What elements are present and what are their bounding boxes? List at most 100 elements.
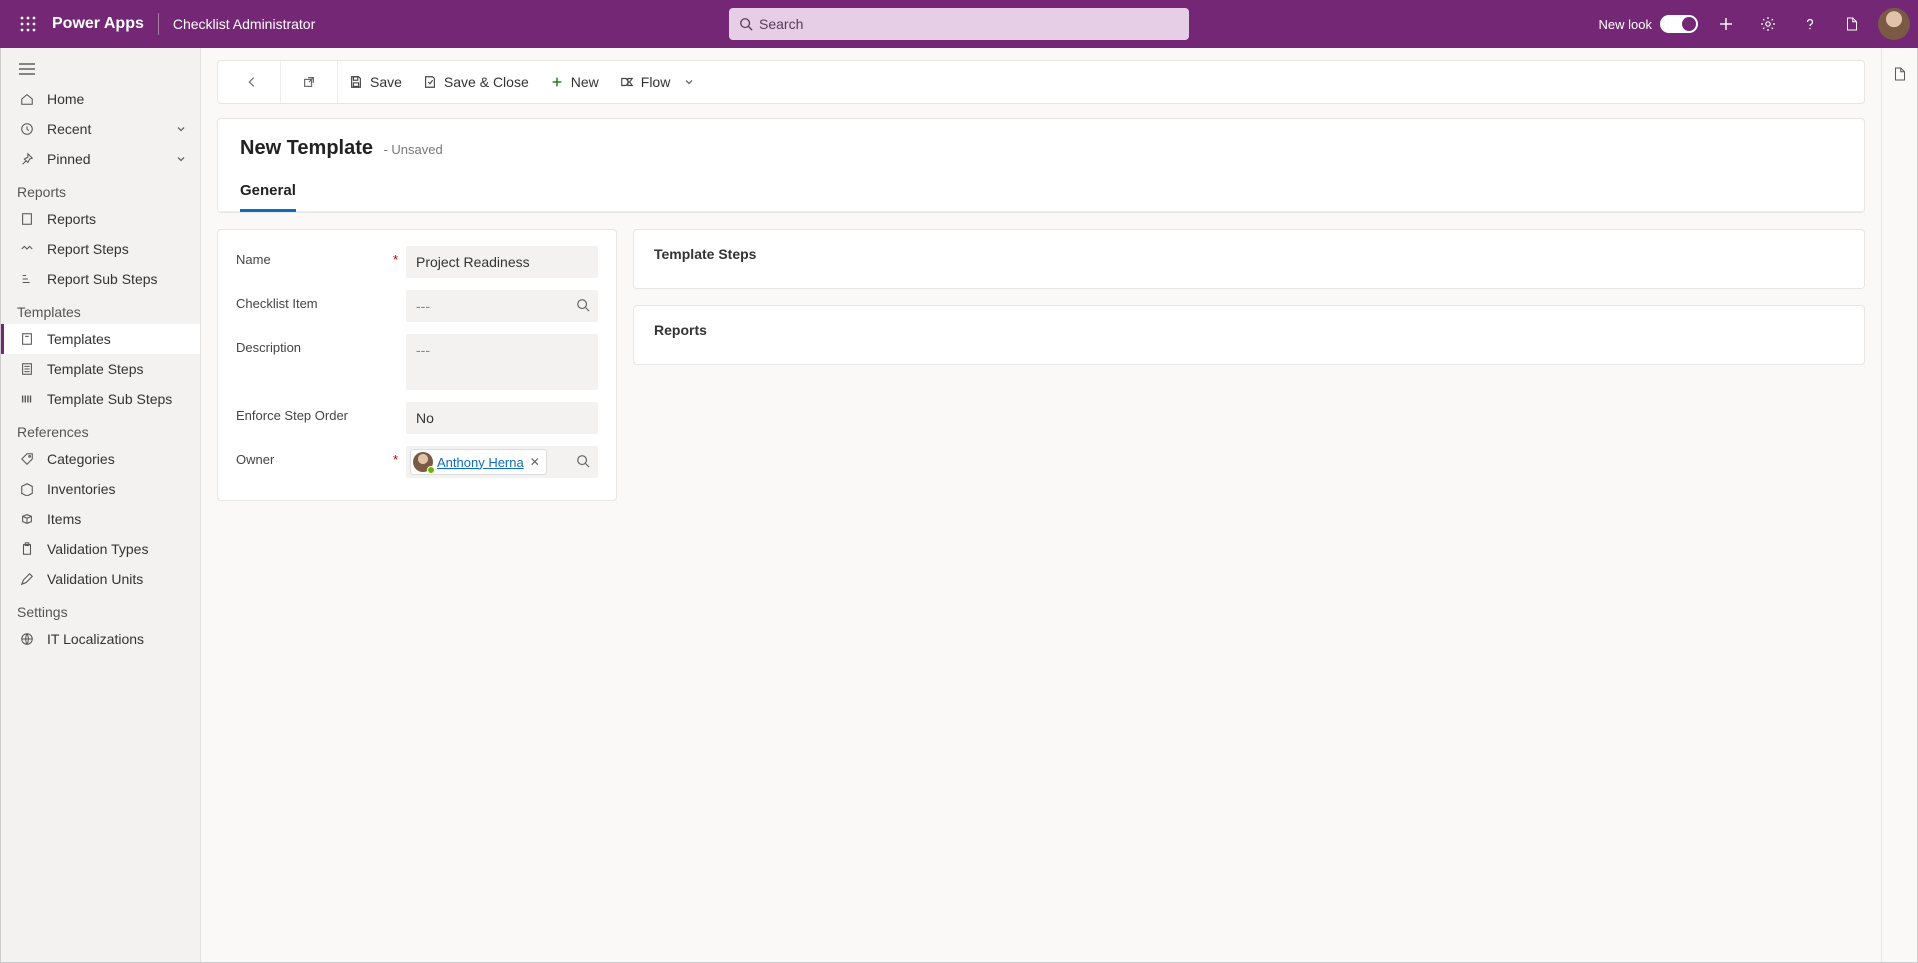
inventory-icon [19, 481, 35, 497]
substeps-icon [19, 271, 35, 287]
settings-icon[interactable] [1748, 0, 1788, 48]
new-label: New [571, 74, 599, 90]
search-icon[interactable] [576, 298, 590, 312]
back-arrow-icon [244, 74, 260, 90]
nav-pinned[interactable]: Pinned [1, 144, 200, 174]
checklist-item-lookup[interactable]: --- [406, 290, 598, 322]
nav-validation-units[interactable]: Validation Units [1, 564, 200, 594]
tab-general[interactable]: General [240, 182, 296, 212]
nav-it-localizations[interactable]: IT Localizations [1, 624, 200, 654]
owner-lookup[interactable]: Anthony Herna ✕ [406, 446, 598, 478]
owner-link[interactable]: Anthony Herna [437, 455, 524, 470]
nav-report-steps[interactable]: Report Steps [1, 234, 200, 264]
nav-home-label: Home [47, 91, 84, 107]
search-icon[interactable] [576, 454, 590, 468]
owner-avatar-icon [413, 452, 433, 472]
owner-label: Owner* [236, 446, 406, 467]
description-input[interactable]: --- [406, 334, 598, 390]
nav-label: Template Sub Steps [47, 391, 172, 407]
new-button[interactable]: New [539, 61, 609, 103]
owner-chip[interactable]: Anthony Herna ✕ [410, 449, 547, 475]
nav-template-steps[interactable]: Template Steps [1, 354, 200, 384]
name-label: Name* [236, 246, 406, 267]
enforce-value: No [416, 410, 434, 426]
nav-templates[interactable]: Templates [1, 324, 200, 354]
flow-button[interactable]: Flow [609, 61, 705, 103]
nav-group-references: References [1, 414, 200, 444]
nav-categories[interactable]: Categories [1, 444, 200, 474]
name-input[interactable]: Project Readiness [406, 246, 598, 278]
nav-recent[interactable]: Recent [1, 114, 200, 144]
clipboard-icon [19, 541, 35, 557]
nav-inventories[interactable]: Inventories [1, 474, 200, 504]
chevron-down-icon[interactable] [176, 124, 186, 134]
nav-recent-label: Recent [47, 121, 91, 137]
record-title: New Template [240, 137, 373, 160]
copilot-pane-icon[interactable] [1886, 60, 1914, 88]
new-look-label: New look [1599, 17, 1652, 32]
template-steps-title: Template Steps [654, 246, 1844, 262]
nav-items[interactable]: Items [1, 504, 200, 534]
back-button[interactable] [234, 61, 270, 103]
chevron-down-icon[interactable] [176, 154, 186, 164]
nav-template-substeps[interactable]: Template Sub Steps [1, 384, 200, 414]
nav-label: Validation Units [47, 571, 143, 587]
flow-icon [619, 74, 635, 90]
nav-label: Categories [47, 451, 115, 467]
checklist-value: --- [416, 298, 430, 314]
open-new-window-button[interactable] [291, 61, 327, 103]
description-value: --- [416, 342, 430, 358]
nav-reports[interactable]: Reports [1, 204, 200, 234]
save-button[interactable]: Save [338, 61, 412, 103]
plus-icon [549, 74, 565, 90]
form-header-card: New Template - Unsaved General [217, 118, 1865, 213]
save-label: Save [370, 74, 402, 90]
new-look-toggle[interactable]: New look [1599, 15, 1698, 33]
global-search[interactable] [729, 8, 1189, 40]
enforce-order-input[interactable]: No [406, 402, 598, 434]
search-input[interactable] [759, 16, 1179, 32]
remove-owner-icon[interactable]: ✕ [528, 455, 542, 469]
save-close-button[interactable]: Save & Close [412, 61, 539, 103]
app-name-label: Checklist Administrator [173, 16, 315, 32]
nav-group-settings: Settings [1, 594, 200, 624]
nav-pinned-label: Pinned [47, 151, 91, 167]
chevron-down-icon [684, 77, 694, 87]
toggle-switch[interactable] [1660, 15, 1698, 33]
checklist-item-label: Checklist Item [236, 290, 406, 311]
save-close-icon [422, 74, 438, 90]
save-icon [348, 74, 364, 90]
form-fields-section: Name* Project Readiness Checklist Item -… [217, 229, 617, 501]
nav-group-templates: Templates [1, 294, 200, 324]
help-icon[interactable] [1790, 0, 1830, 48]
app-launcher-icon[interactable] [8, 0, 48, 48]
globe-icon [19, 631, 35, 647]
reports-title: Reports [654, 322, 1844, 338]
global-header: Power Apps Checklist Administrator New l… [0, 0, 1918, 48]
nav-home[interactable]: Home [1, 84, 200, 114]
search-icon [739, 17, 753, 31]
nav-label: Inventories [47, 481, 115, 497]
document-icon [19, 211, 35, 227]
user-avatar[interactable] [1878, 8, 1910, 40]
steps-icon [19, 241, 35, 257]
template-icon [19, 331, 35, 347]
brand-label[interactable]: Power Apps [52, 15, 144, 33]
save-close-label: Save & Close [444, 74, 529, 90]
nav-validation-types[interactable]: Validation Types [1, 534, 200, 564]
nav-label: IT Localizations [47, 631, 144, 647]
nav-collapse-icon[interactable] [19, 62, 182, 76]
nav-report-substeps[interactable]: Report Sub Steps [1, 264, 200, 294]
enforce-order-label: Enforce Step Order [236, 402, 406, 423]
list-icon [19, 361, 35, 377]
add-icon[interactable] [1706, 0, 1746, 48]
flow-label: Flow [641, 74, 671, 90]
header-divider [158, 13, 159, 35]
right-rail [1881, 48, 1917, 962]
nav-label: Validation Types [47, 541, 148, 557]
copilot-icon[interactable] [1832, 0, 1872, 48]
grid-icon [19, 391, 35, 407]
nav-label: Template Steps [47, 361, 144, 377]
site-nav: Home Recent Pinned Reports Reports Repor… [1, 48, 201, 962]
tag-icon [19, 451, 35, 467]
